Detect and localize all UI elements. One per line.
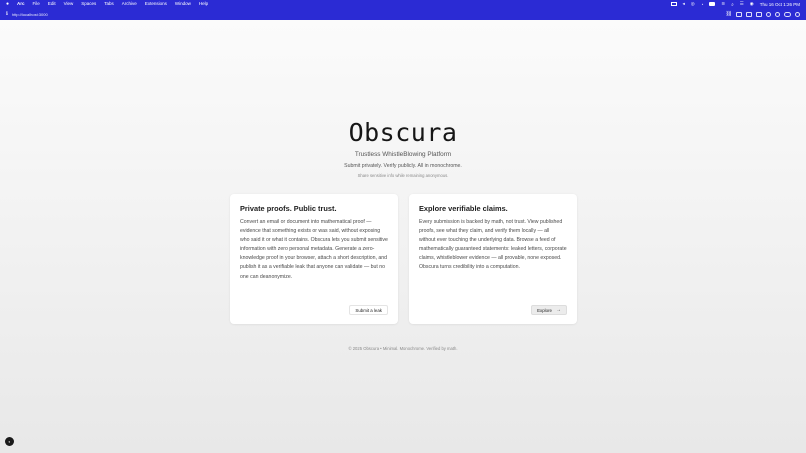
menu-bar: ● Arc File Edit View Spaces Tabs Archive… xyxy=(0,0,806,8)
clock[interactable]: Thu 16 Oct 1:26 PM xyxy=(760,2,800,7)
card-title: Private proofs. Public trust. xyxy=(240,204,337,213)
toggle-icon[interactable] xyxy=(784,11,791,17)
link-icon[interactable]: ⛓ xyxy=(726,11,732,17)
display-icon[interactable] xyxy=(670,2,677,6)
volume-icon[interactable]: ◂ xyxy=(683,1,685,7)
arrow-right-icon: → xyxy=(556,307,561,313)
page-small-note: Share sensitive info while remaining ano… xyxy=(357,173,449,178)
control-center-icon[interactable]: ☰ xyxy=(740,1,744,7)
page-tagline: Submit privately. Verify publicly. All i… xyxy=(344,163,462,169)
site-info-icon[interactable]: ℹ xyxy=(6,11,8,17)
battery-icon[interactable] xyxy=(709,2,716,6)
capture-icon[interactable] xyxy=(736,11,742,17)
menu-window[interactable]: Window xyxy=(175,0,191,8)
button-label: Submit a leak xyxy=(355,307,382,313)
page-title: Obscura xyxy=(348,118,458,147)
apple-icon[interactable]: ● xyxy=(6,0,9,8)
menu-spaces[interactable]: Spaces xyxy=(81,0,96,8)
submit-card: Private proofs. Public trust. Convert an… xyxy=(230,194,398,324)
card-body: Convert an email or document into mathem… xyxy=(240,219,388,280)
menu-archive[interactable]: Archive xyxy=(122,0,137,8)
submit-leak-button[interactable]: Submit a leak xyxy=(349,305,388,315)
menu-extensions[interactable]: Extensions xyxy=(145,0,167,8)
card-body: Every submission is backed by math, not … xyxy=(419,219,567,271)
page-content: Obscura Trustless WhistleBlowing Platfor… xyxy=(0,20,806,453)
search-icon[interactable]: ⌕ xyxy=(731,2,734,7)
assistant-icon[interactable]: ◐ xyxy=(5,437,14,446)
menu-arc[interactable]: Arc xyxy=(17,0,25,8)
timer-icon[interactable]: ◔ xyxy=(701,2,704,7)
browser-toolbar: ℹ http://localhost:3000 ⛓ xyxy=(0,8,806,20)
control-icon[interactable]: ◎ xyxy=(691,1,695,7)
menu-help[interactable]: Help xyxy=(199,0,208,8)
menu-edit[interactable]: Edit xyxy=(48,0,56,8)
siri-icon[interactable]: ◉ xyxy=(750,1,754,7)
explore-card: Explore verifiable claims. Every submiss… xyxy=(409,194,577,324)
menu-view[interactable]: View xyxy=(64,0,74,8)
wifi-icon[interactable]: ≋ xyxy=(721,1,725,7)
menu-tabs[interactable]: Tabs xyxy=(104,0,114,8)
page-subtitle: Trustless WhistleBlowing Platform xyxy=(354,151,452,158)
menu-file[interactable]: File xyxy=(33,0,40,8)
url-field[interactable]: http://localhost:3000 xyxy=(12,12,48,17)
explore-button[interactable]: Explore → xyxy=(531,305,567,315)
settings-icon[interactable] xyxy=(775,11,780,17)
split-view-icon[interactable] xyxy=(746,11,752,17)
card-title: Explore verifiable claims. xyxy=(419,204,508,213)
extensions-icon[interactable] xyxy=(766,11,771,17)
footer-text: © 2025 Obscura • Minimal. Monochrome. Ve… xyxy=(348,346,458,351)
button-label: Explore xyxy=(537,307,552,313)
sidebar-icon[interactable] xyxy=(756,11,762,17)
profile-icon[interactable] xyxy=(795,11,800,17)
